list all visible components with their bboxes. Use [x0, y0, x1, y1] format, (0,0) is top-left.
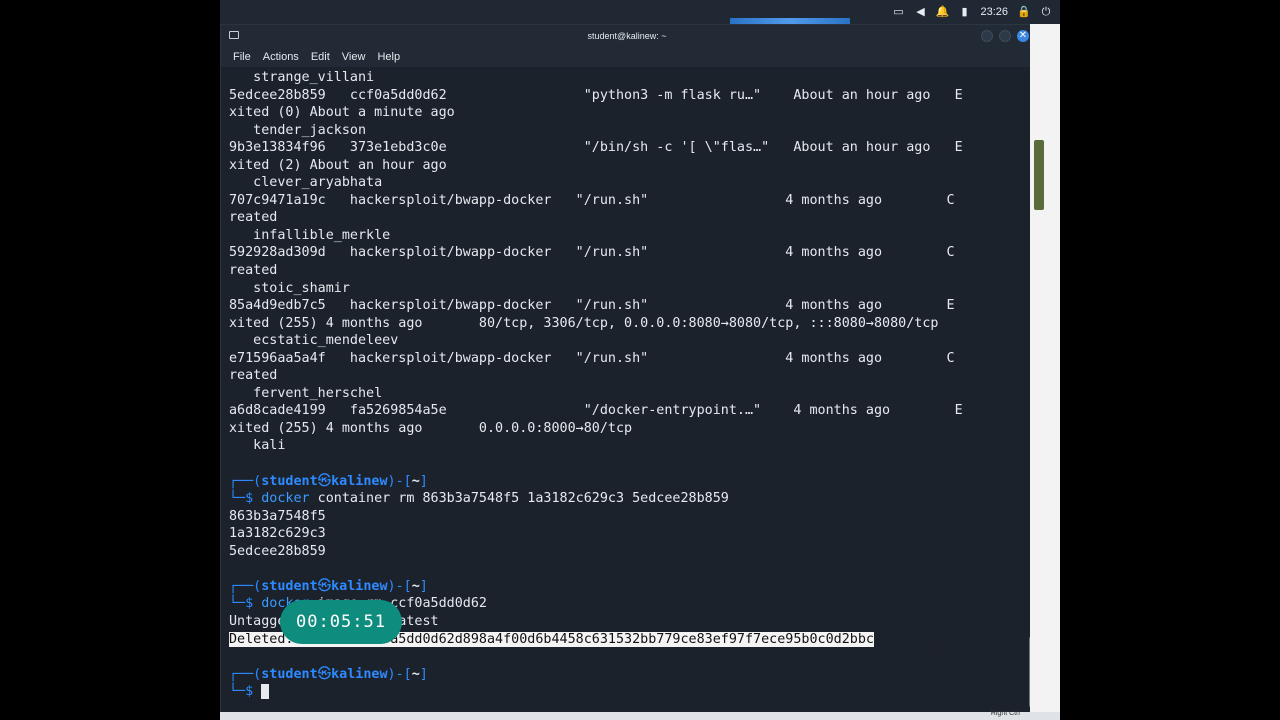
- output-line: 707c9471a19c hackersploit/bwapp-docker "…: [229, 192, 955, 208]
- menu-file[interactable]: File: [233, 51, 251, 63]
- output-line: reated: [229, 368, 278, 384]
- output-line: stoic_shamir: [229, 280, 350, 296]
- output-line: xited (2) About an hour ago: [229, 157, 447, 173]
- cmd1-output-2: 5edcee28b859: [229, 543, 326, 559]
- output-line: xited (255) 4 months ago 0.0.0.0:8000→80…: [229, 420, 633, 436]
- output-line: kali: [229, 438, 286, 454]
- output-line: fervent_herschel: [229, 385, 383, 401]
- command-line-1: └─$ docker container rm 863b3a7548f5 1a3…: [229, 491, 729, 507]
- text-cursor: [261, 684, 270, 700]
- output-line: 592928ad309d hackersploit/bwapp-docker "…: [229, 245, 955, 261]
- output-line: e71596aa5a4f hackersploit/bwapp-docker "…: [229, 350, 955, 366]
- output-line: reated: [229, 263, 278, 279]
- output-line: a6d8cade4199 fa5269854a5e "/docker-entry…: [229, 403, 963, 419]
- output-line: tender_jackson: [229, 122, 367, 138]
- clock[interactable]: 23:26: [980, 6, 1008, 18]
- menu-actions[interactable]: Actions: [263, 51, 299, 63]
- command-line-3: └─$: [229, 684, 270, 700]
- output-line: strange_villani: [229, 70, 375, 85]
- output-line: clever_aryabhata: [229, 175, 383, 191]
- output-line: infallible_merkle: [229, 227, 391, 243]
- recording-timer: 00:05:51: [280, 600, 402, 644]
- prompt-line-1: ┌──(student㉿kalinew)-[~]: [229, 473, 428, 489]
- power-icon[interactable]: ⏻: [1040, 6, 1052, 18]
- output-line: 9b3e13834f96 373e1ebd3c0e "/bin/sh -c '[…: [229, 140, 963, 156]
- lock-icon[interactable]: 🔒: [1017, 6, 1031, 18]
- output-line: reated: [229, 210, 278, 226]
- cmd1-output-0: 863b3a7548f5: [229, 508, 326, 524]
- vm-status-bar: Right Ctrl: [220, 710, 1060, 720]
- host-key-label: Right Ctrl: [990, 710, 1020, 717]
- output-line: xited (0) About a minute ago: [229, 105, 455, 121]
- menu-bar: File Actions Edit View Help: [221, 47, 1033, 67]
- window-icon[interactable]: ▭: [892, 6, 904, 18]
- output-line: 85a4d9edb7c5 hackersploit/bwapp-docker "…: [229, 298, 955, 314]
- output-line: xited (255) 4 months ago 80/tcp, 3306/tc…: [229, 315, 939, 331]
- window-title: student@kalinew: ~: [587, 31, 667, 41]
- window-titlebar[interactable]: student@kalinew: ~ ✕: [221, 25, 1033, 47]
- menu-view[interactable]: View: [342, 51, 366, 63]
- docker-ps-output: strange_villani 5edcee28b859 ccf0a5dd0d6…: [229, 70, 963, 453]
- prompt-line-2: ┌──(student㉿kalinew)-[~]: [229, 578, 428, 594]
- maximize-button[interactable]: [999, 30, 1011, 42]
- cmd1-output-1: 1a3182c629c3: [229, 526, 326, 542]
- menu-help[interactable]: Help: [377, 51, 400, 63]
- top-panel: ▭ ◀ 🔔 ▮ 23:26 🔒 ⏻: [220, 0, 1060, 24]
- text-select-cursor-icon: [929, 640, 933, 650]
- background-thumbnail: [1034, 140, 1044, 210]
- output-line: 5edcee28b859 ccf0a5dd0d62 "python3 -m fl…: [229, 87, 963, 103]
- minimize-button[interactable]: [981, 30, 993, 42]
- menu-edit[interactable]: Edit: [311, 51, 330, 63]
- volume-icon[interactable]: ◀: [914, 6, 926, 18]
- bell-icon[interactable]: 🔔: [936, 6, 950, 18]
- prompt-line-3: ┌──(student㉿kalinew)-[~]: [229, 666, 428, 682]
- background-window-edge: [1030, 24, 1060, 714]
- output-line: ecstatic_mendeleev: [229, 333, 399, 349]
- close-button[interactable]: ✕: [1017, 30, 1029, 42]
- battery-icon[interactable]: ▮: [958, 6, 970, 18]
